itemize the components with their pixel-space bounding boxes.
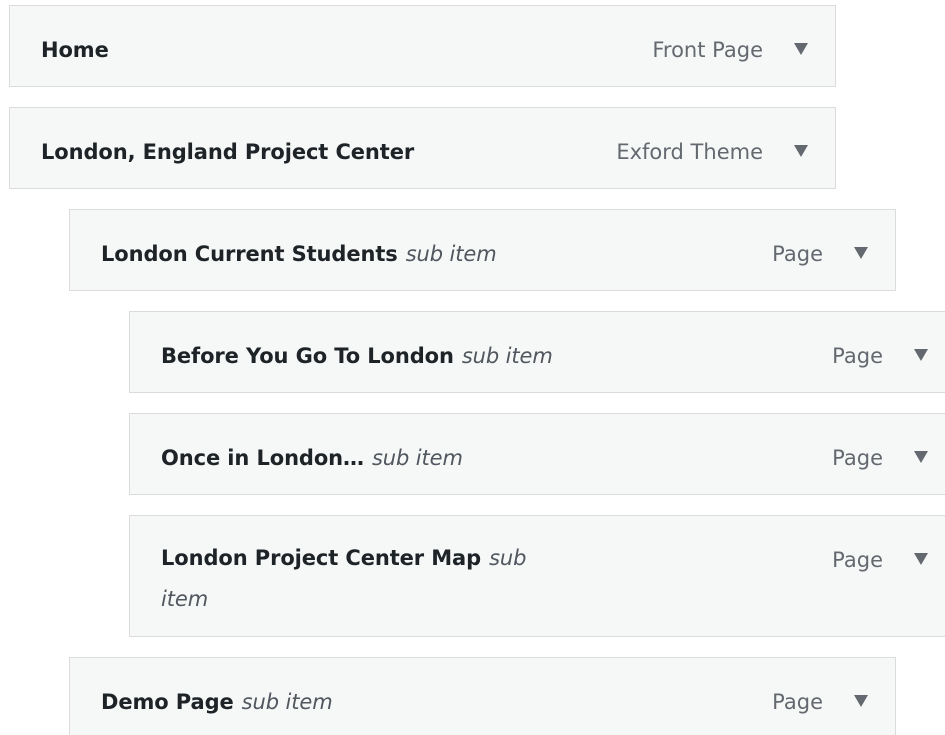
menu-item-title: Demo Page sub item	[101, 685, 333, 719]
menu-item-title: London Current Students sub item	[101, 237, 497, 271]
menu-item-type: Front Page	[652, 38, 763, 62]
menu-item-title: Home	[41, 38, 109, 62]
toggle-arrow-icon[interactable]	[791, 141, 811, 161]
menu-item-demo-page[interactable]: Demo Page sub item Page	[69, 657, 896, 735]
menu-item-home[interactable]: Home Front Page	[9, 5, 836, 87]
menu-item-london-project-center-map[interactable]: London Project Center Map sub item Page	[129, 515, 945, 637]
toggle-arrow-icon[interactable]	[911, 345, 931, 365]
menu-item-london-england-project-center[interactable]: London, England Project Center Exford Th…	[9, 107, 836, 189]
menu-item-title: London Project Center Map sub item	[161, 538, 561, 620]
toggle-arrow-icon[interactable]	[851, 243, 871, 263]
sub-item-label: sub item	[371, 446, 463, 470]
toggle-arrow-icon[interactable]	[911, 447, 931, 467]
toggle-arrow-icon[interactable]	[851, 691, 871, 711]
sub-item-label: sub item	[461, 344, 553, 368]
sub-item-label: sub item	[241, 690, 333, 714]
menu-item-type: Page	[832, 548, 883, 572]
menu-item-title-text: Before You Go To London	[161, 344, 454, 368]
menu-item-type: Page	[832, 446, 883, 470]
menu-item-title-text: London Current Students	[101, 242, 398, 266]
menu-item-title-text: London Project Center Map	[161, 546, 482, 570]
menu-item-before-you-go-to-london[interactable]: Before You Go To London sub item Page	[129, 311, 945, 393]
toggle-arrow-icon[interactable]	[911, 549, 931, 569]
menu-item-type: Page	[832, 344, 883, 368]
menu-item-type: Exford Theme	[616, 140, 763, 164]
menu-item-title-text: Once in London…	[161, 446, 364, 470]
menu-item-london-current-students[interactable]: London Current Students sub item Page	[69, 209, 896, 291]
sub-item-label: sub item	[405, 242, 497, 266]
menu-item-once-in-london[interactable]: Once in London… sub item Page	[129, 413, 945, 495]
menu-item-title: Once in London… sub item	[161, 441, 463, 475]
menu-item-title-text: Demo Page	[101, 690, 234, 714]
menu-structure: Home Front Page London, England Project …	[0, 0, 945, 735]
menu-item-type: Page	[772, 242, 823, 266]
toggle-arrow-icon[interactable]	[791, 39, 811, 59]
menu-item-type: Page	[772, 690, 823, 714]
menu-item-title: Before You Go To London sub item	[161, 339, 553, 373]
menu-item-title: London, England Project Center	[41, 140, 415, 164]
